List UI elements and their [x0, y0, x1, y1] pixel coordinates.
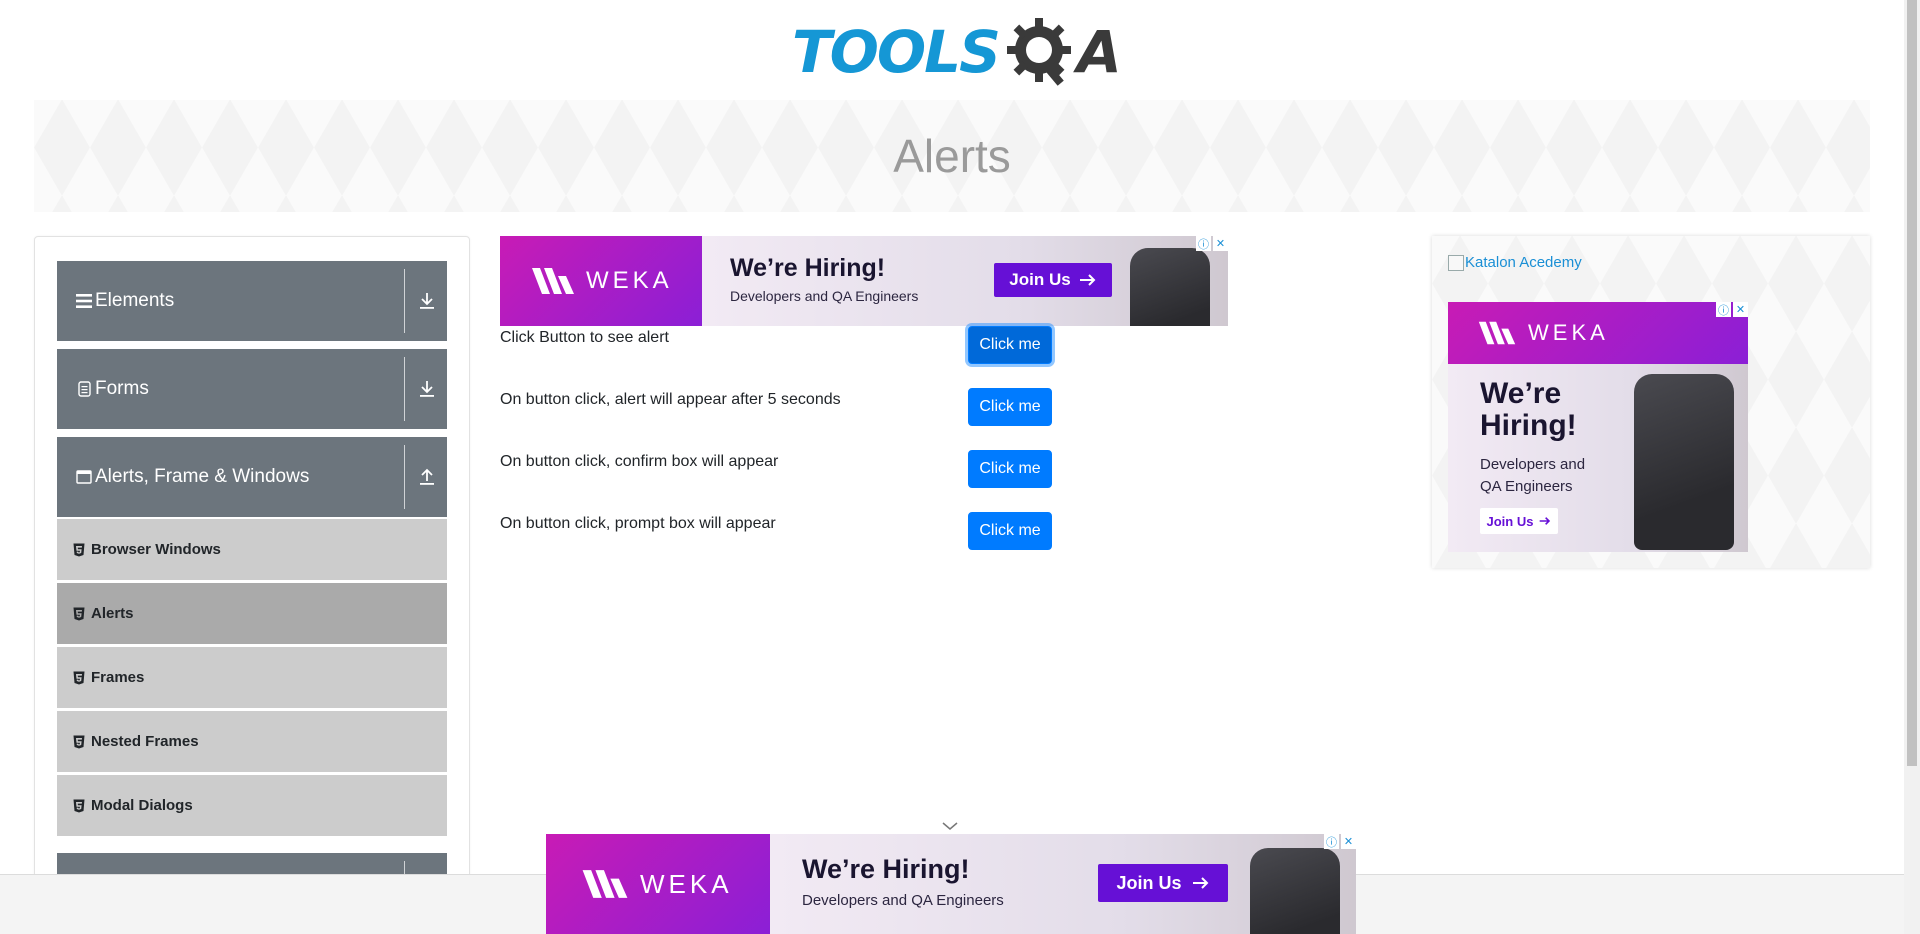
ad-join-button[interactable]: Join Us	[1098, 864, 1228, 902]
ad-brand-text: WEKA	[1528, 320, 1609, 345]
ad-subheadline: Developers and QA Engineers	[1480, 454, 1585, 498]
katalon-academy-link[interactable]: Katalon Acedemy	[1448, 254, 1582, 271]
ad-sub-line2: QA Engineers	[1480, 478, 1573, 495]
prompt-row-label: On button click, prompt box will appear	[500, 515, 776, 532]
ad-join-label: Join Us	[1009, 270, 1071, 289]
ad-headline-line2: Hiring!	[1480, 409, 1577, 442]
ad-brand-panel: WEKA	[546, 834, 770, 934]
timer-alert-button[interactable]: Click me	[968, 388, 1052, 426]
html5-icon	[71, 670, 87, 686]
document-icon	[75, 381, 93, 397]
download-icon[interactable]	[415, 289, 439, 313]
ad-brand-panel: WEKA	[500, 236, 702, 326]
download-icon[interactable]	[415, 377, 439, 401]
confirm-button[interactable]: Click me	[968, 450, 1052, 488]
html5-icon	[71, 734, 87, 750]
ad-headline-line1: We’re	[1480, 377, 1562, 410]
toolsqa-logo[interactable]: TOOLS A	[792, 14, 1122, 90]
html5-icon	[71, 606, 87, 622]
group-header-forms[interactable]: Forms	[57, 349, 447, 429]
group-label: Forms	[95, 378, 149, 399]
logo-text-tools: TOOLS	[792, 18, 1001, 86]
arrow-right-icon	[1192, 877, 1208, 889]
alert-button[interactable]: Click me	[968, 326, 1052, 364]
sidebar-item-modal-dialogs[interactable]: Modal Dialogs	[57, 774, 447, 836]
ad-join-button[interactable]: Join Us	[1480, 508, 1558, 534]
sidebar-item-browser-windows[interactable]: Browser Windows	[57, 518, 447, 580]
ad-info-icon[interactable]: ⓘ	[1716, 302, 1731, 317]
group-label: Alerts, Frame & Windows	[95, 466, 310, 487]
sidebar-item-nested-frames[interactable]: Nested Frames	[57, 710, 447, 772]
weka-logo-icon	[582, 870, 628, 898]
alert-row-label: Click Button to see alert	[500, 329, 669, 346]
ad-banner-top[interactable]: WEKA We’re Hiring! Developers and QA Eng…	[500, 236, 1228, 326]
html5-icon	[71, 542, 87, 558]
sidebar-item-frames[interactable]: Frames	[57, 646, 447, 708]
ad-join-label: Join Us	[1116, 872, 1182, 893]
ad-brand-text: WEKA	[586, 267, 673, 294]
sidebar-item-label: Nested Frames	[91, 733, 199, 750]
ad-controls: ⓘ ✕	[1324, 834, 1356, 849]
html5-icon	[71, 798, 87, 814]
hamburger-icon	[75, 294, 93, 308]
prompt-button[interactable]: Click me	[968, 512, 1052, 550]
sidebar-item-label: Modal Dialogs	[91, 797, 193, 814]
group-divider	[404, 357, 405, 421]
weka-logo-icon	[1478, 321, 1516, 345]
ad-sub-line1: Developers and	[1480, 456, 1586, 473]
vertical-scrollbar[interactable]	[1904, 0, 1920, 934]
ad-headline: We’re Hiring!	[802, 854, 970, 884]
ad-subheadline: Developers and QA Engineers	[802, 892, 1004, 909]
ad-content-panel: We’re Hiring! Developers and QA Engineer…	[702, 236, 1228, 326]
left-sidebar: Elements Forms Alerts, Frame & Windows B…	[34, 236, 470, 934]
backpack-image	[1634, 374, 1734, 550]
ad-content-panel: We’re Hiring! Developers and QA Engineer…	[770, 834, 1356, 934]
page-title: Alerts	[893, 130, 1011, 182]
arrow-right-icon	[1540, 517, 1551, 525]
scrollbar-thumb[interactable]	[1907, 0, 1917, 766]
ad-info-icon[interactable]: ⓘ	[1324, 834, 1339, 849]
gear-magnifier-icon	[1006, 18, 1071, 86]
ad-banner-side[interactable]: WEKA We’re Hiring! Developers and QA Eng…	[1448, 302, 1748, 552]
ad-subheadline: Developers and QA Engineers	[730, 288, 919, 304]
ad-brand-panel: WEKA	[1448, 302, 1748, 364]
group-header-elements[interactable]: Elements	[57, 261, 447, 341]
right-aside: Katalon Acedemy WEKA We’re Hiring! Devel…	[1432, 236, 1870, 568]
ad-headline: We’re Hiring!	[1480, 378, 1577, 442]
group-divider	[404, 445, 405, 509]
group-label: Elements	[95, 290, 175, 311]
chevron-down-icon[interactable]	[942, 820, 958, 832]
ad-info-icon[interactable]: ⓘ	[1196, 236, 1211, 251]
ad-join-label: Join Us	[1486, 513, 1534, 529]
backpack-image	[1250, 848, 1340, 934]
sidebar-item-label: Frames	[91, 669, 145, 686]
sidebar-item-alerts[interactable]: Alerts	[57, 582, 447, 644]
ad-join-button[interactable]: Join Us	[994, 263, 1112, 297]
ad-brand-text: WEKA	[640, 868, 733, 899]
confirm-row-label: On button click, confirm box will appear	[500, 453, 779, 470]
ad-controls: ⓘ ✕	[1716, 302, 1748, 317]
ad-close-icon[interactable]: ✕	[1341, 834, 1356, 849]
ad-close-icon[interactable]: ✕	[1213, 236, 1228, 251]
window-icon	[75, 470, 93, 484]
ad-controls: ⓘ ✕	[1196, 236, 1228, 251]
group-header-alerts-frame-windows[interactable]: Alerts, Frame & Windows	[57, 437, 447, 517]
logo-text-a: A	[1076, 18, 1122, 86]
timer-alert-row-label: On button click, alert will appear after…	[500, 391, 841, 408]
sidebar-item-label: Alerts	[91, 605, 134, 622]
upload-icon[interactable]	[415, 465, 439, 489]
page-banner: Alerts	[34, 100, 1870, 212]
ad-headline: We’re Hiring!	[730, 254, 886, 282]
ad-content-panel: We’re Hiring! Developers and QA Engineer…	[1448, 364, 1748, 552]
broken-image-icon	[1448, 254, 1464, 271]
ad-close-icon[interactable]: ✕	[1733, 302, 1748, 317]
group-divider	[404, 269, 405, 333]
katalon-link-text: Katalon Acedemy	[1465, 254, 1582, 271]
ad-banner-bottom[interactable]: WEKA We’re Hiring! Developers and QA Eng…	[546, 834, 1356, 934]
weka-logo-icon	[532, 268, 574, 294]
sidebar-item-label: Browser Windows	[91, 541, 221, 558]
backpack-image	[1130, 248, 1210, 326]
arrow-right-icon	[1079, 274, 1096, 286]
